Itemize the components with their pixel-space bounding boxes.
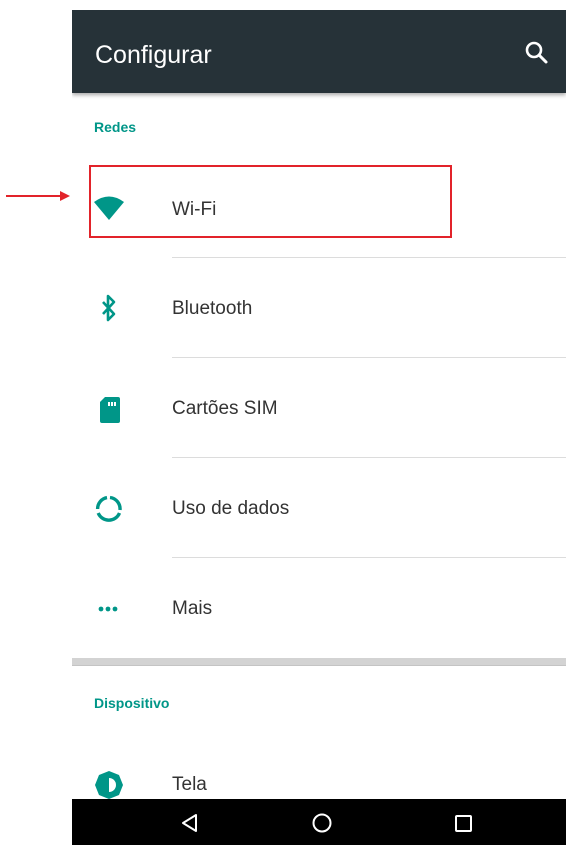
brightness-icon <box>92 768 126 802</box>
annotation-arrow-icon <box>6 191 70 201</box>
search-button[interactable] <box>520 36 554 70</box>
settings-item-label: Wi-Fi <box>172 199 217 220</box>
more-horiz-icon <box>92 592 126 626</box>
settings-item-wifi[interactable]: Wi-Fi <box>72 160 566 258</box>
divider <box>172 557 566 558</box>
settings-screen: Configurar Redes Wi-Fi Bluetooth Cartões… <box>72 10 566 845</box>
section-header-redes: Redes <box>94 119 137 135</box>
settings-item-label: Tela <box>172 774 207 795</box>
divider <box>172 457 566 458</box>
wifi-icon <box>92 192 126 226</box>
data-usage-icon <box>92 492 126 526</box>
back-button[interactable] <box>175 808 205 838</box>
settings-item-data-usage[interactable]: Uso de dados <box>72 459 566 557</box>
settings-item-bluetooth[interactable]: Bluetooth <box>72 259 566 357</box>
recents-button[interactable] <box>448 808 478 838</box>
bluetooth-icon <box>92 292 126 326</box>
search-icon <box>525 41 548 64</box>
app-bar: Configurar <box>72 10 566 93</box>
recents-square-icon <box>455 815 472 832</box>
navigation-bar <box>72 799 566 845</box>
sim-card-icon <box>92 393 126 427</box>
home-button[interactable] <box>307 808 337 838</box>
page-title: Configurar <box>95 41 212 69</box>
settings-item-label: Mais <box>172 598 213 619</box>
section-divider <box>72 658 566 666</box>
settings-item-label: Bluetooth <box>172 298 253 319</box>
settings-item-label: Cartões SIM <box>172 398 278 419</box>
settings-item-label: Uso de dados <box>172 498 290 519</box>
back-triangle-icon <box>182 814 197 832</box>
home-circle-icon <box>312 813 332 833</box>
divider <box>172 257 566 258</box>
section-header-dispositivo: Dispositivo <box>94 695 170 711</box>
divider <box>172 357 566 358</box>
settings-item-sim[interactable]: Cartões SIM <box>72 359 566 457</box>
settings-item-more[interactable]: Mais <box>72 559 566 657</box>
